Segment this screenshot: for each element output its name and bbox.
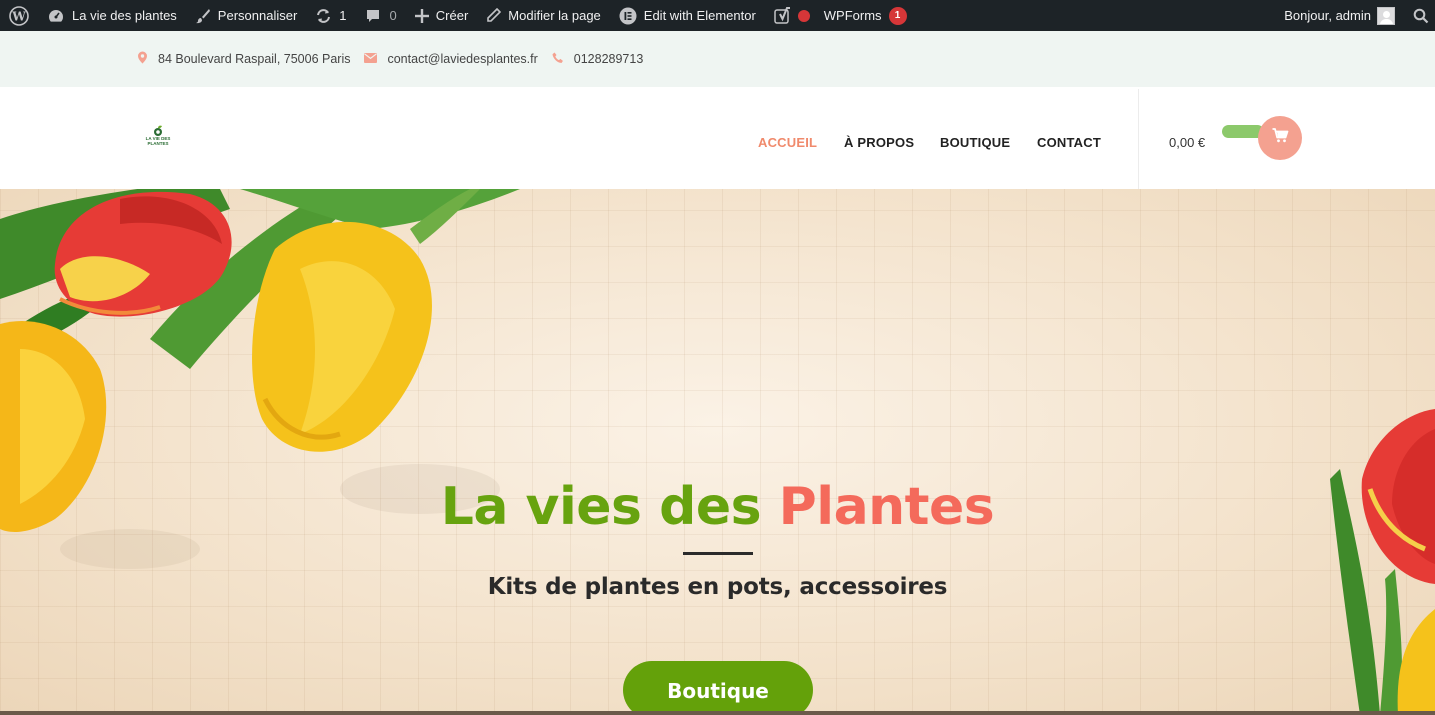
email-item[interactable]: contact@laviedesplantes.fr [364,52,538,66]
hero-section: La vies des Plantes Kits de plantes en p… [0,189,1435,715]
plus-icon [414,8,429,23]
cart-total[interactable]: 0,00 € [1169,135,1205,150]
hero-title: La vies des Plantes [0,477,1435,537]
phone-link[interactable]: 0128289713 [574,52,644,66]
nav-item-boutique[interactable]: BOUTIQUE [940,135,1010,150]
elementor-label: Edit with Elementor [643,8,756,23]
seo-status-dot [797,9,810,22]
updates-count: 1 [339,8,347,23]
greeting: Bonjour, admin [1284,8,1371,23]
comment-icon [365,8,381,24]
hero-title-green: La vies des [440,477,762,537]
envelope-icon [364,52,387,66]
wpforms-label: WPForms [823,8,882,23]
address-item: 84 Boulevard Raspail, 75006 Paris [137,51,350,67]
my-account-link[interactable]: Bonjour, admin [1275,0,1401,31]
avatar [1377,6,1395,25]
header-divider [1138,89,1139,189]
wpforms-link[interactable]: WPForms 1 [824,0,916,31]
elementor-icon [619,7,637,25]
yoast-menu[interactable] [765,0,798,31]
boutique-button[interactable]: Boutique [623,661,813,715]
cart-button[interactable] [1258,116,1302,160]
hero-bottom-border [0,711,1435,715]
logo-text-bottom: PLANTES [147,141,169,146]
updates-link[interactable]: 1 [306,0,355,31]
customize-link[interactable]: Personnaliser [186,0,307,31]
admin-search-button[interactable] [1401,0,1435,31]
paintbrush-icon [195,8,211,24]
updates-icon [315,8,332,24]
phone-icon [552,52,574,67]
nav-item-a-propos[interactable]: À PROPOS [844,135,914,150]
new-content-link[interactable]: Créer [406,0,478,31]
phone-item[interactable]: 0128289713 [552,52,644,67]
tulips-background-image [0,189,1435,715]
admin-bar: W La vie des plantes Personnaliser 1 0 C… [0,0,1435,31]
hero-divider [683,552,753,555]
site-name: La vie des plantes [72,8,177,23]
shopping-cart-icon [1272,128,1289,148]
address-text: 84 Boulevard Raspail, 75006 Paris [158,52,351,66]
edit-page-link[interactable]: Modifier la page [477,0,610,31]
site-logo[interactable]: LA VIE DES PLANTES [141,124,175,154]
nav-item-accueil[interactable]: ACCUEIL [758,135,817,150]
search-icon [1413,8,1429,24]
elementor-link[interactable]: Edit with Elementor [610,0,765,31]
map-pin-icon [137,51,158,67]
pencil-icon [486,8,502,23]
site-header: LA VIE DES PLANTES ACCUEIL À PROPOS BOUT… [0,87,1435,189]
edit-page-label: Modifier la page [508,8,601,23]
contact-topbar: 84 Boulevard Raspail, 75006 Paris contac… [0,31,1435,87]
new-label: Créer [435,8,469,23]
comments-link[interactable]: 0 [356,0,406,31]
customize-label: Personnaliser [217,8,298,23]
email-link[interactable]: contact@laviedesplantes.fr [387,52,537,66]
hero-subtitle: Kits de plantes en pots, accessoires [487,574,948,600]
yoast-icon [774,6,792,25]
comments-count: 0 [389,8,397,23]
nav-item-contact[interactable]: CONTACT [1037,135,1101,150]
site-name-link[interactable]: La vie des plantes [38,0,186,31]
wpforms-badge: 1 [888,6,907,25]
dashboard-icon [47,8,65,24]
leaf-logo-icon [152,124,164,136]
hero-title-accent: Plantes [778,477,995,537]
wordpress-logo-icon[interactable]: W [0,0,38,31]
svg-text:W: W [11,9,26,23]
